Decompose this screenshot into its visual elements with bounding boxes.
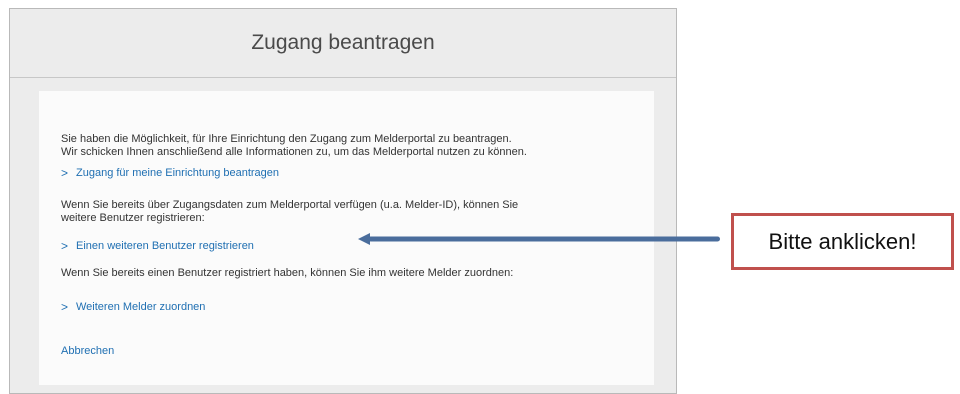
chevron-right-icon: > — [61, 239, 69, 253]
existing-access-text-line1: Wenn Sie bereits über Zugangsdaten zum M… — [61, 199, 519, 211]
cancel-link[interactable]: Abbrechen — [61, 345, 114, 358]
existing-access-text-line2: weitere Benutzer registrieren: — [61, 212, 205, 224]
screenshot-frame: Zugang beantragen Sie haben die Möglichk… — [9, 8, 677, 394]
request-access-link[interactable]: > Zugang für meine Einrichtung beantrage… — [61, 167, 279, 180]
intro-text-line2: Wir schicken Ihnen anschließend alle Inf… — [61, 146, 527, 158]
annotation-callout-text: Bitte anklicken! — [768, 228, 917, 254]
page-title: Zugang beantragen — [251, 31, 435, 54]
chevron-right-icon: > — [61, 166, 69, 180]
intro-text-line1: Sie haben die Möglichkeit, für Ihre Einr… — [61, 133, 512, 145]
chevron-right-icon: > — [61, 300, 69, 314]
pointer-arrow-icon — [358, 233, 720, 245]
assign-reporter-link-label: Weiteren Melder zuordnen — [76, 301, 206, 313]
arrow-shaft — [368, 236, 720, 242]
title-divider — [10, 77, 676, 78]
request-access-link-label: Zugang für meine Einrichtung beantragen — [76, 167, 280, 179]
annotation-callout: Bitte anklicken! — [731, 213, 954, 270]
register-user-link[interactable]: > Einen weiteren Benutzer registrieren — [61, 240, 254, 253]
register-user-link-label: Einen weiteren Benutzer registrieren — [76, 240, 254, 252]
assign-reporter-text: Wenn Sie bereits einen Benutzer registri… — [61, 267, 514, 279]
assign-reporter-link[interactable]: > Weiteren Melder zuordnen — [61, 301, 205, 314]
